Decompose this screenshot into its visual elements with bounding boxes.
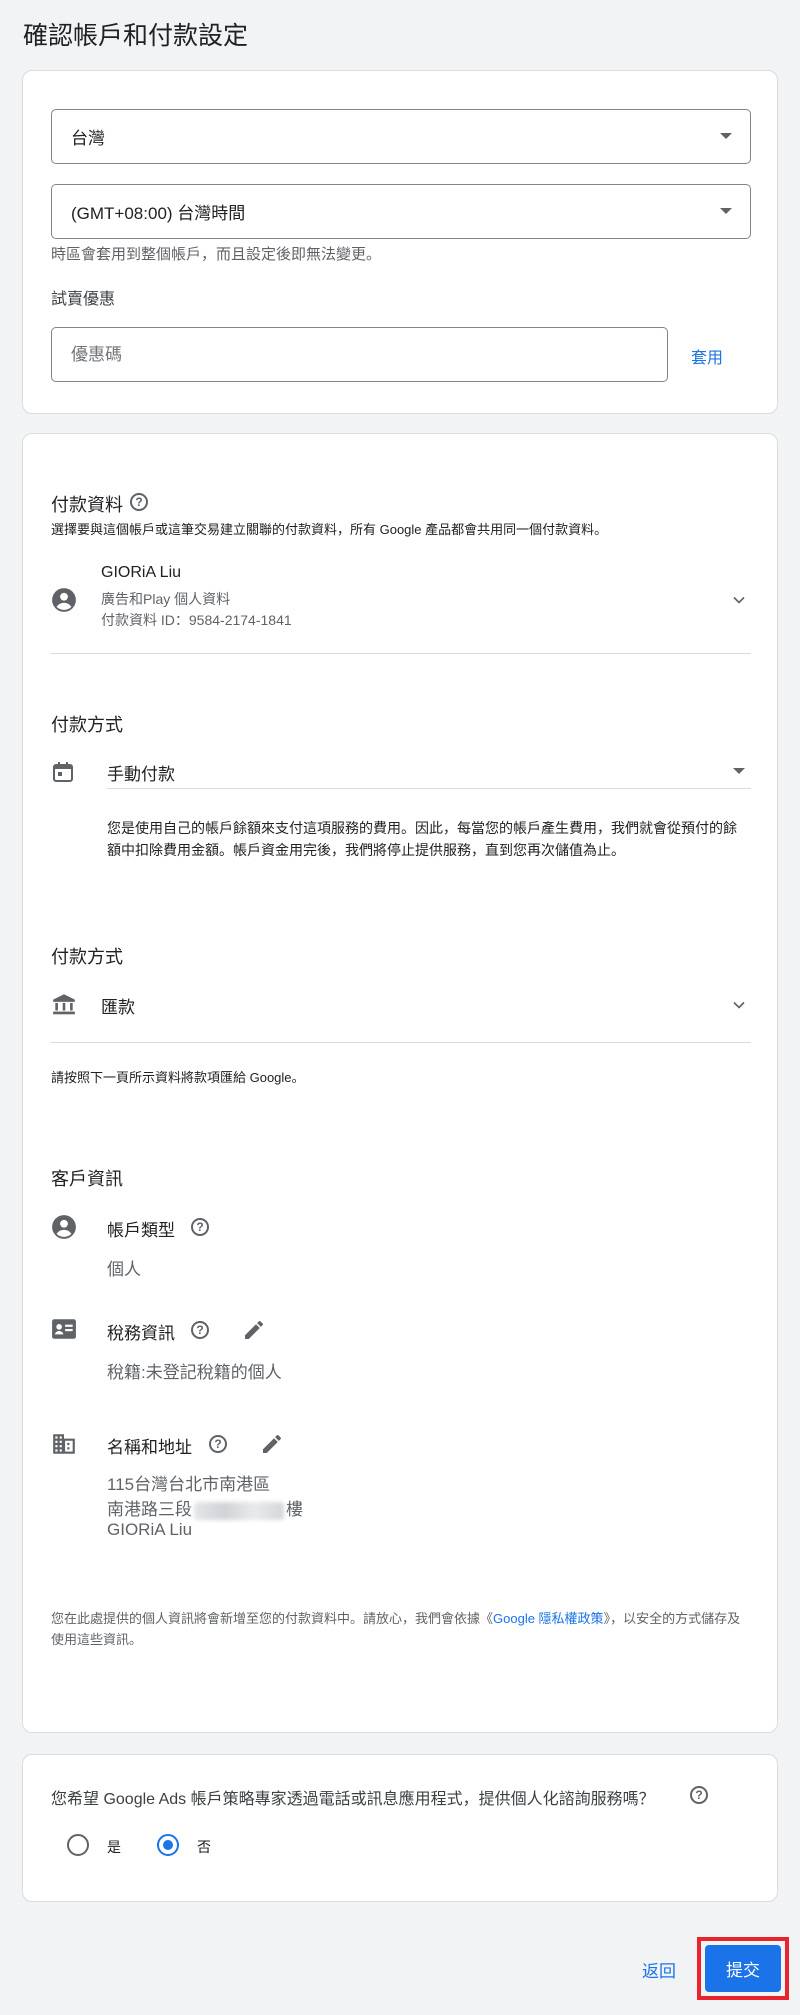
edit-pencil-icon[interactable] — [242, 1318, 266, 1342]
edit-pencil-icon[interactable] — [260, 1432, 284, 1456]
payment-profile-selector[interactable]: GIORiA Liu 廣告和Play 個人資料 付款資料 ID：9584-217… — [51, 564, 751, 634]
address-line-2: 南港路三段 樓 — [107, 1495, 303, 1520]
address-street: 南港路三段 — [107, 1500, 192, 1519]
country-value: 台灣 — [71, 129, 105, 148]
payment-card: 付款資料 ? 選擇要與這個帳戶或這筆交易建立關聯的付款資料，所有 Google … — [22, 433, 778, 1733]
wire-transfer-selector[interactable]: 匯款 — [51, 982, 751, 1026]
radio-yes[interactable] — [67, 1834, 89, 1856]
calendar-icon — [53, 762, 73, 782]
address-floor: 樓 — [286, 1500, 303, 1519]
timezone-select[interactable]: (GMT+08:00) 台灣時間 — [51, 184, 751, 239]
timezone-hint: 時區會套用到整個帳戶，而且設定後即無法變更。 — [51, 246, 382, 263]
profile-type: 廣告和Play 個人資料 — [101, 591, 231, 607]
profile-name: GIORiA Liu — [101, 564, 182, 581]
customer-info-heading: 客戶資訊 — [51, 1169, 123, 1189]
dropdown-caret-icon — [720, 208, 732, 214]
payment-profile-heading: 付款資料 — [51, 495, 123, 515]
submit-button-label: 提交 — [726, 1961, 760, 1980]
dropdown-caret-icon — [720, 133, 732, 139]
consultation-question: 您希望 Google Ads 帳戶策略專家透過電話或訊息應用程式，提供個人化諮詢… — [51, 1791, 655, 1808]
payment-profile-description: 選擇要與這個帳戶或這筆交易建立關聯的付款資料，所有 Google 產品都會共用同… — [51, 522, 608, 537]
payment-method-description: 您是使用自己的帳戶餘額來支付這項服務的費用。因此，每當您的帳戶產生費用，我們就會… — [107, 820, 737, 858]
chevron-down-icon[interactable] — [729, 590, 749, 610]
address-line-3: GIORiA Liu — [107, 1520, 193, 1539]
country-select[interactable]: 台灣 — [51, 109, 751, 164]
promo-code-input[interactable] — [51, 327, 668, 382]
payment-method-value: 手動付款 — [107, 765, 175, 784]
id-card-icon — [52, 1319, 76, 1339]
address-line-1: 115台灣台北市南港區 — [107, 1475, 271, 1494]
chevron-down-icon[interactable] — [729, 995, 749, 1015]
divider — [51, 1042, 751, 1043]
help-icon[interactable]: ? — [191, 1218, 209, 1236]
radio-no-label: 否 — [197, 1839, 211, 1855]
help-icon[interactable]: ? — [130, 493, 148, 511]
help-icon[interactable]: ? — [191, 1321, 209, 1339]
redacted-blur — [194, 1501, 284, 1520]
divider — [51, 653, 751, 654]
account-circle-icon — [52, 588, 76, 612]
account-type-value: 個人 — [107, 1260, 141, 1279]
payment-method-select[interactable]: 手動付款 — [107, 754, 751, 789]
back-button[interactable]: 返回 — [642, 1957, 676, 1982]
payment-method-heading: 付款方式 — [51, 715, 123, 735]
radio-no[interactable] — [157, 1834, 179, 1856]
privacy-policy-link[interactable]: Google 隱私權政策 — [493, 1611, 604, 1626]
help-icon[interactable]: ? — [690, 1786, 708, 1804]
tax-info-value: 稅籍:未登記稅籍的個人 — [107, 1363, 282, 1382]
promo-label: 試賣優惠 — [51, 291, 116, 308]
apply-button[interactable]: 套用 — [691, 344, 723, 368]
building-icon — [53, 1434, 75, 1454]
wire-transfer-value: 匯款 — [101, 998, 135, 1017]
tax-info-label: 稅務資訊 — [107, 1324, 175, 1343]
wire-transfer-note: 請按照下一頁所示資料將款項匯給 Google。 — [51, 1070, 305, 1085]
privacy-note: 您在此處提供的個人資訊將會新增至您的付款資料中。請放心，我們會依據《Google… — [51, 1608, 751, 1650]
name-address-label: 名稱和地址 — [107, 1438, 192, 1457]
consultation-card: 您希望 Google Ads 帳戶策略專家透過電話或訊息應用程式，提供個人化諮詢… — [22, 1754, 778, 1902]
account-circle-icon — [52, 1215, 76, 1239]
help-icon[interactable]: ? — [209, 1435, 227, 1453]
bank-icon — [53, 994, 75, 1015]
dropdown-caret-icon — [733, 768, 745, 774]
privacy-note-text: 您在此處提供的個人資訊將會新增至您的付款資料中。請放心，我們會依據《 — [51, 1611, 494, 1626]
radio-yes-label: 是 — [107, 1839, 121, 1855]
payment-method-heading: 付款方式 — [51, 947, 123, 967]
page-title: 確認帳戶和付款設定 — [23, 22, 249, 50]
account-type-label: 帳戶類型 — [107, 1221, 175, 1240]
submit-button[interactable]: 提交 — [705, 1945, 781, 1992]
profile-id: 付款資料 ID：9584-2174-1841 — [101, 612, 292, 628]
timezone-value: (GMT+08:00) 台灣時間 — [71, 204, 246, 223]
settings-card: 台灣 (GMT+08:00) 台灣時間 時區會套用到整個帳戶，而且設定後即無法變… — [22, 70, 778, 414]
